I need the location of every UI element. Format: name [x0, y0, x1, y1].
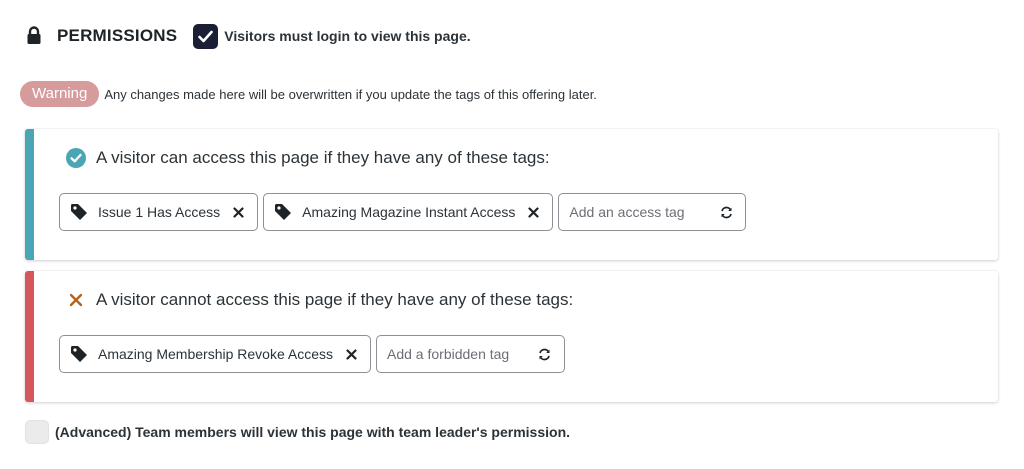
forbidden-heading: A visitor cannot access this page if the… — [66, 290, 573, 310]
access-tag: Amazing Magazine Instant Access — [263, 193, 554, 231]
team-leader-permission-label[interactable]: (Advanced) Team members will view this p… — [55, 424, 570, 440]
permissions-header: PERMISSIONS Visitors must login to view … — [26, 20, 471, 52]
forbidden-tags-card: A visitor cannot access this page if the… — [25, 271, 998, 402]
check-circle-icon — [66, 148, 86, 168]
forbidden-tag-input-wrap — [376, 335, 565, 373]
tag-icon — [70, 345, 88, 363]
forbidden-heading-text: A visitor cannot access this page if the… — [96, 290, 574, 309]
tag-icon — [70, 203, 88, 221]
access-heading: A visitor can access this page if they h… — [66, 148, 550, 168]
access-tag: Issue 1 Has Access — [59, 193, 259, 231]
tag-icon — [274, 203, 292, 221]
access-tags-card: A visitor can access this page if they h… — [25, 129, 998, 260]
tag-label: Amazing Membership Revoke Access — [98, 346, 333, 362]
tag-label: Issue 1 Has Access — [98, 204, 221, 220]
access-tag-list: Issue 1 Has Access Amazing Magazine Inst… — [59, 193, 747, 231]
forbidden-tag-list: Amazing Membership Revoke Access — [59, 335, 565, 373]
tag-label: Amazing Magazine Instant Access — [302, 204, 516, 220]
close-icon[interactable] — [345, 348, 357, 360]
close-icon[interactable] — [527, 206, 539, 218]
access-tag-input-wrap — [558, 193, 747, 231]
login-required-checkbox[interactable] — [193, 23, 219, 49]
close-icon[interactable] — [232, 206, 244, 218]
forbidden-tag-input[interactable] — [387, 346, 537, 362]
warning-text: Any changes made here will be overwritte… — [104, 86, 597, 102]
access-heading-text: A visitor can access this page if they h… — [96, 148, 550, 167]
forbidden-tag: Amazing Membership Revoke Access — [59, 335, 371, 373]
team-leader-permission-checkbox[interactable] — [25, 420, 49, 444]
x-icon — [66, 290, 86, 310]
advanced-option-row: (Advanced) Team members will view this p… — [25, 420, 570, 444]
warning-badge: Warning — [20, 81, 100, 107]
refresh-icon[interactable] — [719, 205, 733, 219]
access-tag-input[interactable] — [569, 204, 720, 220]
login-required-label[interactable]: Visitors must login to view this page. — [224, 28, 470, 44]
page-title: PERMISSIONS — [57, 26, 178, 45]
warning-row: Warning Any changes made here will be ov… — [20, 81, 597, 107]
refresh-icon[interactable] — [537, 347, 551, 361]
checkmark-icon — [198, 30, 214, 42]
lock-icon — [26, 26, 42, 46]
